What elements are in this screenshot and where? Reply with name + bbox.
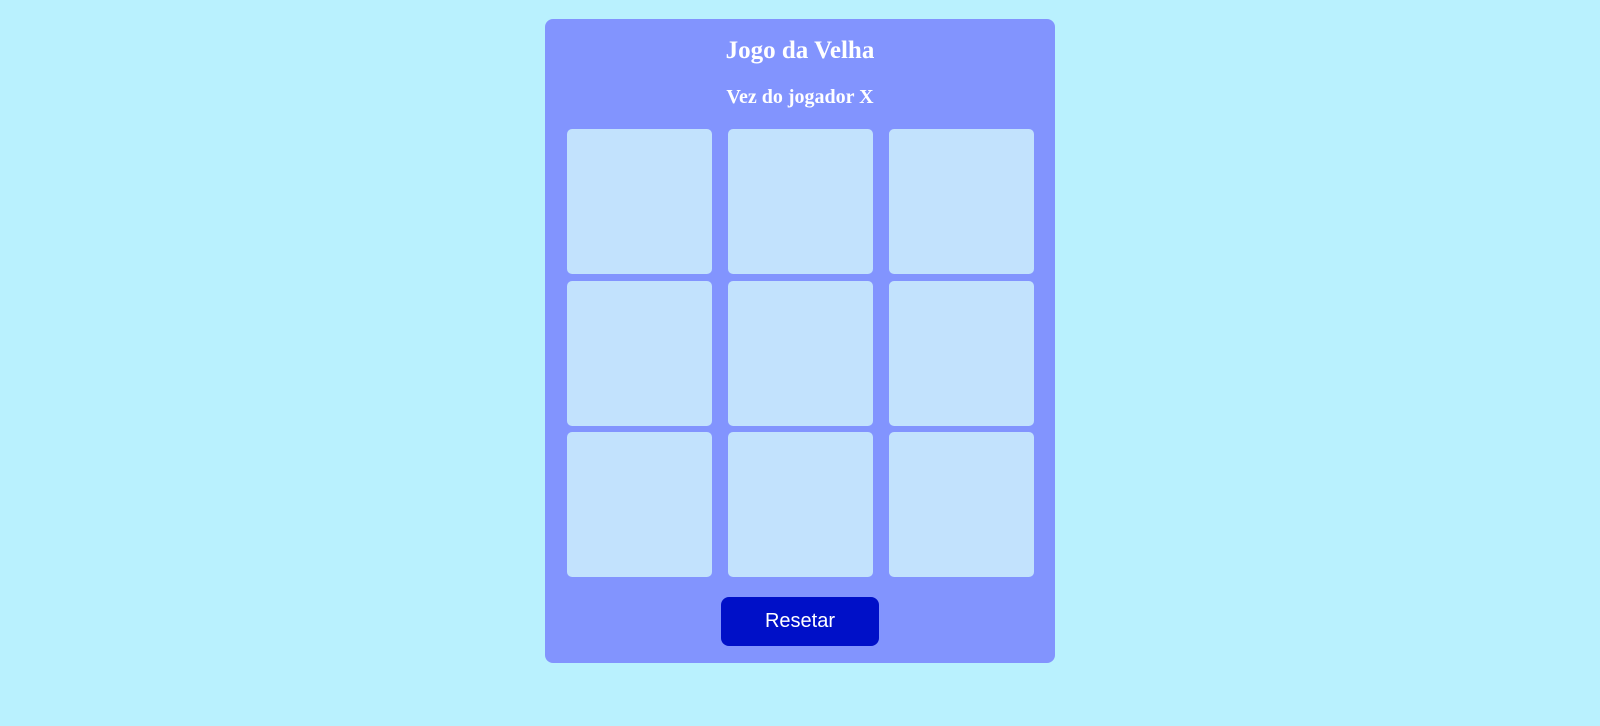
board-cell-5[interactable] (728, 280, 873, 426)
board-cell-7[interactable] (567, 432, 712, 577)
board-cell-4[interactable] (567, 280, 712, 426)
board-cell-6[interactable] (889, 280, 1034, 426)
reset-button[interactable]: Resetar (721, 597, 879, 646)
game-board (567, 129, 1034, 577)
board-cell-2[interactable] (728, 129, 873, 274)
board-cell-9[interactable] (889, 432, 1034, 577)
page: { "game": { "title": "Jogo da Velha", "s… (0, 0, 1600, 726)
board-cell-1[interactable] (567, 129, 712, 274)
game-panel: Jogo da Velha Vez do jogador X Resetar (545, 19, 1055, 663)
board-cell-3[interactable] (889, 129, 1034, 274)
game-title: Jogo da Velha (725, 37, 875, 64)
board-cell-8[interactable] (728, 432, 873, 577)
turn-status: Vez do jogador X (726, 86, 874, 108)
